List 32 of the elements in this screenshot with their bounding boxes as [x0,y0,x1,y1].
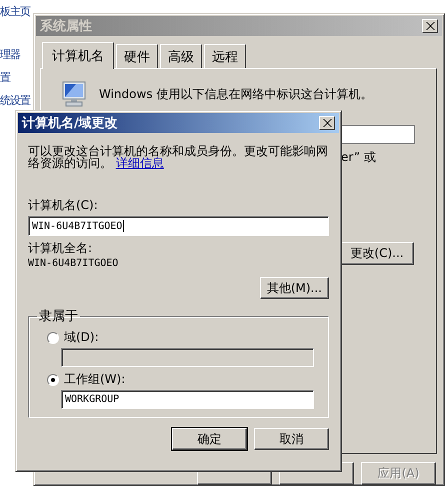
tab[interactable]: 高级 [160,44,202,68]
tab[interactable]: 远程 [204,44,246,68]
close-icon [322,119,332,127]
full-name-text: WIN-6U4B7ITGOEO [28,258,120,269]
radio-button[interactable] [47,374,59,386]
description-text: 可以更改这台计算机的名称和成员身份。更改可能影响网络资源的访问。 详细信息 [28,145,328,169]
field-label: 计算机全名: [28,240,94,257]
description-text: er” 或 [341,149,376,166]
sidebar-link[interactable]: 统设置 [0,94,30,108]
sidebar-link[interactable]: 置 [0,71,10,85]
field-label: 计算机名(C): [28,197,99,214]
radio-button[interactable] [47,332,59,344]
text-field[interactable]: WORKGROUP [61,390,314,409]
text-field[interactable] [61,348,314,367]
tab[interactable]: 计算机名 [42,42,114,69]
option-label: 域(D): [64,329,99,346]
intro-text: Windows 使用以下信息在网络中标识这台计算机。 [99,86,372,102]
tab[interactable]: 硬件 [116,44,158,68]
computer-name-field[interactable]: WIN-6U4B7ITGOEO [28,216,329,236]
more-button[interactable]: 其他(M)... [260,277,329,299]
close-button[interactable] [319,116,335,130]
close-icon [426,22,434,30]
dialog-title: 计算机名/域更改 [22,115,118,132]
sidebar-link[interactable]: 理器 [0,48,20,62]
window-title: 系统属性 [40,18,92,35]
option-label: 工作组(W): [64,371,126,388]
ok-button[interactable]: 确定 [172,428,247,450]
group-title: 隶属于 [38,308,79,325]
sidebar-link[interactable]: 板主页 [0,5,30,19]
change-button[interactable]: 更改(C)... [340,242,414,265]
details-link[interactable]: 详细信息 [116,156,164,170]
cancel-button[interactable]: 取消 [254,428,329,450]
